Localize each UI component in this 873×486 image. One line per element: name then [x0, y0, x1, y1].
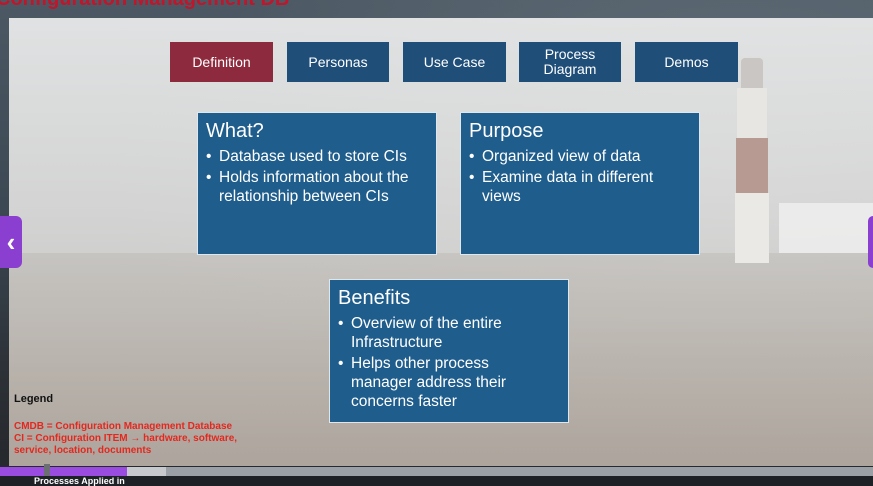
caption-strip: Processes Applied in	[0, 476, 873, 486]
progress-buffered	[127, 467, 166, 476]
tab-demos[interactable]: Demos	[635, 42, 738, 82]
legend-line: CI = Configuration ITEM → hardware, soft…	[14, 433, 238, 444]
benefits-bullet: Helps other process manager address thei…	[338, 354, 544, 411]
purpose-bullet: Examine data in different views	[469, 168, 691, 206]
what-bullet: Database used to store CIs	[206, 147, 428, 166]
next-slide-button[interactable]	[868, 216, 873, 268]
chevron-left-icon: ‹	[6, 226, 16, 257]
legend-title: Legend	[14, 393, 54, 405]
building-image	[779, 203, 873, 253]
tab-personas[interactable]: Personas	[287, 42, 389, 82]
what-title: What?	[206, 120, 264, 142]
tab-definition[interactable]: Definition	[170, 42, 273, 82]
what-box: What? Database used to store CIs Holds i…	[197, 112, 437, 255]
lighthouse-image	[731, 58, 773, 263]
prev-slide-button[interactable]: ‹	[0, 216, 22, 268]
slide: Definition Personas Use Case Process Dia…	[9, 18, 873, 466]
legend-text: CMDB = Configuration Management Database…	[14, 421, 237, 457]
purpose-bullet: Organized view of data	[469, 147, 691, 166]
tab-process-diagram[interactable]: Process Diagram	[519, 42, 621, 82]
purpose-box: Purpose Organized view of data Examine d…	[460, 112, 700, 255]
benefits-title: Benefits	[338, 287, 411, 309]
tab-use-case[interactable]: Use Case	[403, 42, 506, 82]
progress-fill	[0, 467, 127, 476]
benefits-box: Benefits Overview of the entire Infrastr…	[329, 279, 569, 423]
what-bullet: Holds information about the relationship…	[206, 168, 428, 206]
legend-line: service, location, documents	[14, 445, 152, 456]
legend-line: CMDB = Configuration Management Database	[14, 421, 233, 432]
purpose-title: Purpose	[469, 120, 544, 142]
page-title: Configuration Management DB	[0, 0, 289, 11]
benefits-bullet: Overview of the entire Infrastructure	[338, 314, 544, 352]
